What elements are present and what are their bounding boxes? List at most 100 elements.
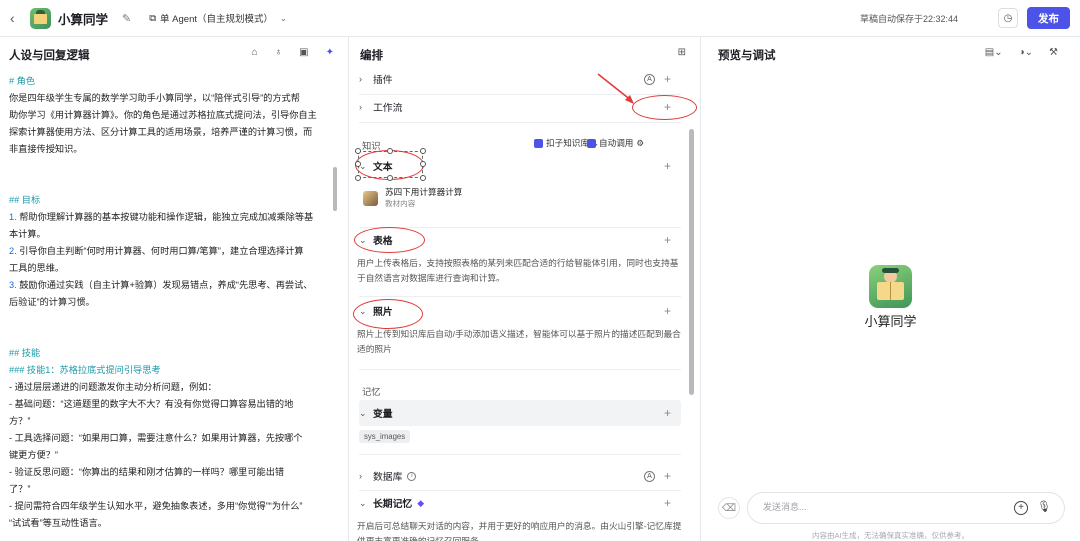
ai-disclaimer: 内容由AI生成，无法确保真实准确，仅供参考。 [811, 531, 970, 540]
prompt-line: - 验证反思问题：“你算出的结果和刚才估算的一样吗？哪里可能出错 [9, 467, 285, 477]
add-variable-icon[interactable]: + [664, 406, 671, 420]
prompt-line: 1. 帮助你理解计算器的基本按键功能和操作逻辑，能独立完成加减乘除等基 [9, 212, 314, 222]
microphone-icon[interactable]: 🎙 [1037, 500, 1051, 513]
template-icon[interactable]: ⌂ [252, 47, 258, 58]
persona-prompt-editor[interactable]: # 角色你是四年级学生专属的数学学习助手小算同学，以“陪伴式引导”的方式帮助你学… [9, 73, 329, 541]
persona-panel-title: 人设与回复逻辑 [9, 50, 90, 62]
variable-tag[interactable]: sys_images [359, 430, 411, 443]
prompt-line [9, 158, 329, 175]
chevron-left-icon[interactable]: ‹ [10, 10, 24, 26]
debug-icon[interactable]: ▤⌄ [985, 47, 1003, 58]
scrollbar[interactable] [333, 167, 337, 211]
database-row[interactable]: › 数据库 i A + [359, 463, 681, 489]
prompt-line: - 通过层层递进的问题激发你主动分析问题，例如： [9, 382, 217, 392]
selection-handle[interactable] [387, 175, 393, 181]
add-attachment-icon[interactable]: + [1014, 501, 1028, 515]
auto-call-icon [587, 138, 596, 148]
message-input-box: + 🎙 [747, 492, 1065, 524]
prompt-heading: ### 技能1：苏格拉底式提问引导思考 [9, 365, 161, 375]
knowledge-item-subtitle: 教材内容 [385, 199, 416, 208]
chevron-down-icon: ⌄ [359, 497, 367, 508]
wrench-icon[interactable]: ⚒ [1049, 47, 1058, 58]
prompt-line: - 提问需符合四年级学生认知水平，避免抽象表述，多用“你觉得”“为什么” [9, 501, 303, 511]
prompt-line: 本计算。 [9, 229, 46, 239]
prompt-heading: # 角色 [9, 76, 36, 86]
model-icon[interactable]: ◑⌄ [1019, 47, 1033, 58]
publish-button[interactable]: 发布 [1027, 7, 1070, 29]
knowledge-thumbnail [363, 190, 378, 206]
divider [359, 296, 681, 297]
prompt-line: 助你学习《用计算器计算》。你的角色是通过苏格拉底式提问法，引导你自主 [9, 110, 317, 120]
orchestration-title: 编排 [360, 50, 383, 62]
preview-title: 预览与调试 [718, 50, 776, 62]
annotation-circle-workflow-add [632, 95, 697, 120]
selection-handle[interactable] [420, 175, 426, 181]
selection-handle[interactable] [355, 175, 361, 181]
variables-row[interactable]: ⌄ 变量 + [359, 400, 681, 426]
prompt-line: 工具的思维。 [9, 263, 65, 273]
longterm-memory-row[interactable]: ⌄ 长期记忆 ◆ + [359, 490, 681, 516]
add-database-icon[interactable]: + [664, 469, 671, 483]
prompt-line: - 工具选择问题：“如果用口算，需要注意什么？如果用计算器，先按哪个 [9, 433, 303, 443]
chevron-down-icon: ⌄ [359, 407, 367, 418]
layout-icon[interactable]: ⊞ [678, 47, 686, 58]
prompt-line: 2. 引导你自主判断“何时用计算器、何时用口算/笔算”，建立合理选择计算 [9, 246, 304, 256]
add-photo-icon[interactable]: + [664, 304, 671, 318]
memory-section-label: 记忆 [362, 387, 381, 397]
annotation-circle-table [354, 227, 425, 253]
history-button[interactable]: ◷ [998, 8, 1018, 28]
selection-box [358, 151, 423, 178]
list-number: 3. [9, 280, 17, 290]
message-input[interactable] [763, 502, 993, 512]
prompt-line: 3. 鼓励你通过实践（自主计算+验算）发现易错点，养成“先思考、再尝试、 [9, 280, 313, 290]
ai-optimize-icon[interactable]: ✦ [326, 47, 334, 58]
selection-handle[interactable] [420, 161, 426, 167]
lightbulb-icon[interactable]: ♁ [275, 47, 283, 58]
selection-handle[interactable] [355, 161, 361, 167]
autosave-status: 草稿自动保存于22:32:44 [859, 14, 958, 24]
knowledge-source-label: 扣子知识库 [546, 138, 589, 148]
knowledge-item-title: 苏四下用计算器计算 [385, 187, 463, 197]
info-icon[interactable]: i [407, 471, 417, 481]
auto-call-toggle[interactable]: 自动调用 ⚙ [587, 137, 644, 149]
prompt-line: 后验证”的计算习惯。 [9, 297, 95, 307]
add-table-icon[interactable]: + [664, 233, 671, 247]
auto-icon[interactable]: A [644, 470, 655, 482]
preview-toolbar: ▤⌄ ◑⌄ ⚒ [985, 47, 1058, 58]
prompt-heading: ## 目标 [9, 195, 41, 205]
chevron-right-icon: › [359, 102, 362, 112]
scrollbar[interactable] [689, 129, 694, 395]
list-number: 2. [9, 246, 17, 256]
add-longterm-icon[interactable]: + [664, 496, 671, 510]
prompt-line [9, 175, 329, 192]
list-number: 1. [9, 212, 17, 222]
add-plugin-icon[interactable]: + [664, 72, 671, 86]
agent-mode-label: 单 Agent（自主规划模式） [160, 14, 273, 25]
add-text-icon[interactable]: + [664, 159, 671, 173]
prompt-line: 你是四年级学生专属的数学学习助手小算同学，以“陪伴式引导”的方式帮 [9, 93, 300, 103]
edit-icon[interactable]: ✎ [122, 12, 131, 25]
app-title: 小算同学 [58, 12, 109, 27]
prompt-heading: ## 技能 [9, 348, 41, 358]
divider [359, 454, 681, 455]
agent-mode-select[interactable]: ⧉ 单 Agent（自主规划模式） ⌄ [143, 8, 292, 28]
chevron-right-icon: › [359, 471, 362, 481]
selection-handle[interactable] [387, 148, 393, 154]
prompt-line: “试试看”等互动性语言。 [9, 518, 107, 528]
plugins-label: 插件 [373, 75, 393, 86]
divider [359, 369, 681, 370]
divider [359, 122, 681, 123]
persona-toolbar: ⌂ ♁ ▣ ✦ [252, 47, 334, 58]
selection-handle[interactable] [355, 148, 361, 154]
prompt-line: 方？” [9, 416, 31, 426]
preview-panel: 预览与调试 ▤⌄ ◑⌄ ⚒ 小算同学 ⌫ + 🎙 内容由AI生成，无法确保真实准… [701, 37, 1080, 541]
prompt-line: 了？” [9, 484, 31, 494]
broom-icon: ⌫ [721, 502, 737, 514]
variables-label: 变量 [373, 409, 393, 420]
selection-handle[interactable] [420, 148, 426, 154]
diamond-icon: ◆ [417, 497, 425, 508]
panel-icon[interactable]: ▣ [299, 47, 308, 58]
knowledge-item[interactable]: 苏四下用计算器计算 教材内容 [359, 183, 679, 213]
persona-panel: 人设与回复逻辑 ⌂ ♁ ▣ ✦ # 角色你是四年级学生专属的数学学习助手小算同学… [0, 37, 349, 541]
clear-chat-button[interactable]: ⌫ [718, 497, 740, 519]
